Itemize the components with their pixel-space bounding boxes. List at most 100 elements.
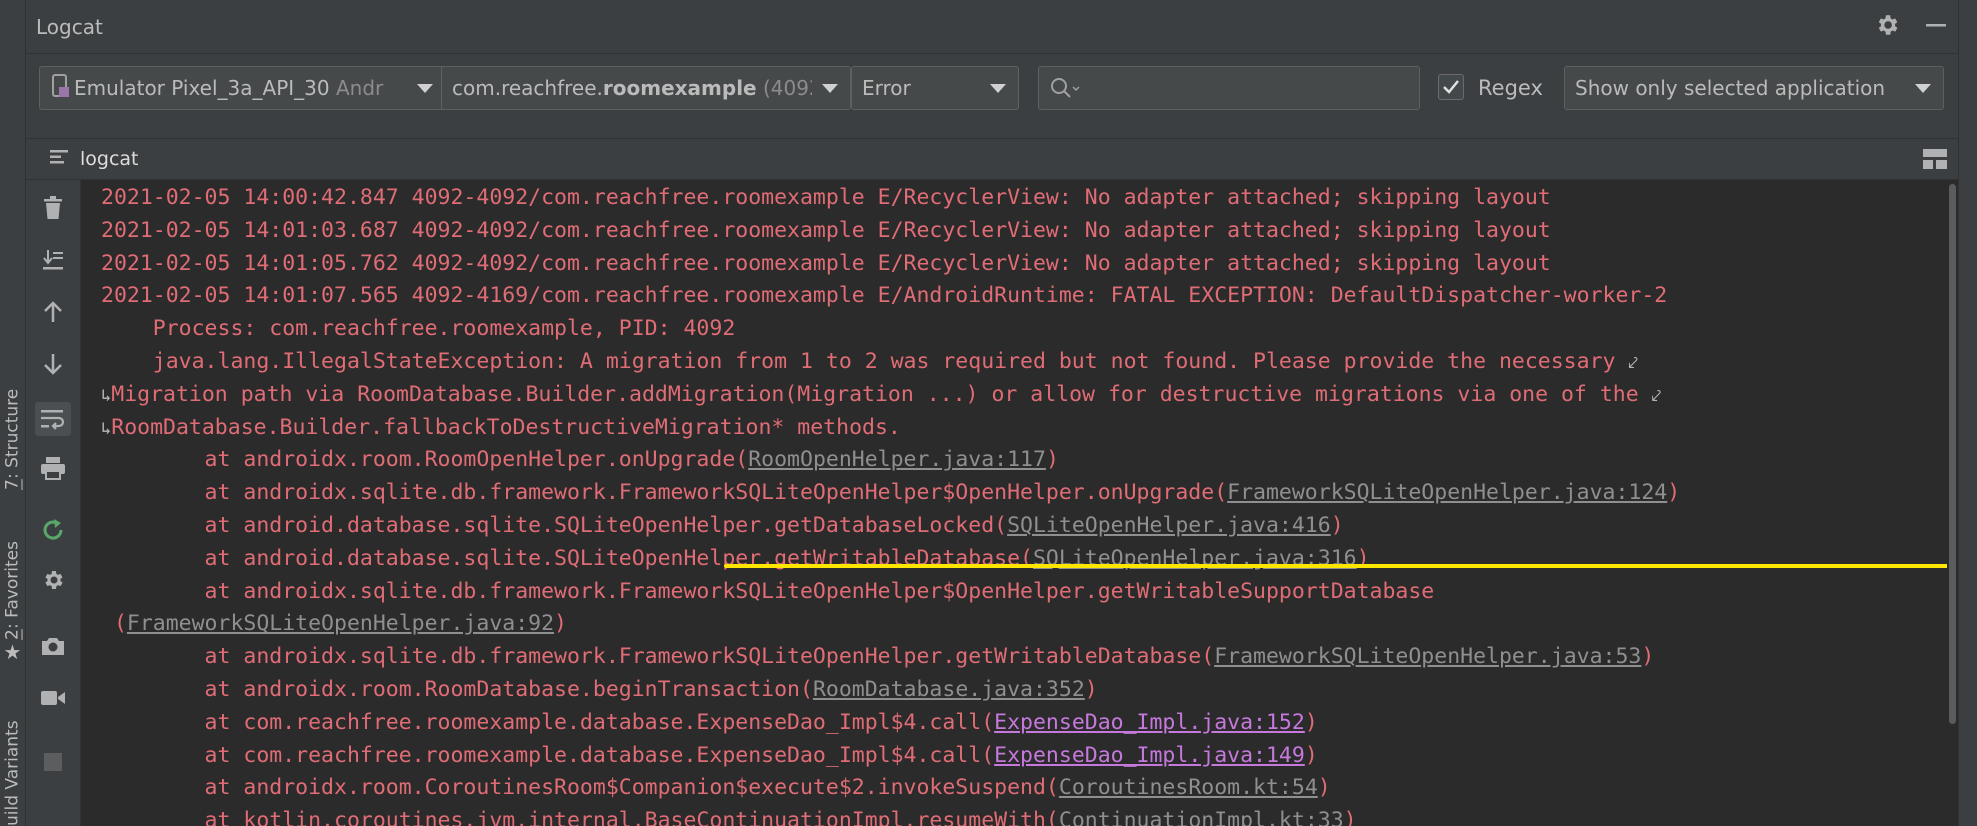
stack-frame-text: at com.reachfree.roomexample.database.Ex… bbox=[101, 709, 995, 735]
process-selector[interactable]: com.reachfree.roomexample (4092 bbox=[441, 66, 851, 110]
search-input[interactable] bbox=[1087, 73, 1411, 105]
log-line: 2021-02-05 14:01:03.687 4092-4092/com.re… bbox=[101, 215, 1680, 248]
regex-checkbox[interactable] bbox=[1438, 74, 1464, 100]
process-pid: (4092 bbox=[762, 76, 812, 100]
log-line: at android.database.sqlite.SQLiteOpenHel… bbox=[101, 510, 1680, 543]
log-text: 2021-02-05 14:01:07.565 4092-4169/com.re… bbox=[101, 283, 1668, 309]
log-level-value: Error bbox=[862, 76, 911, 100]
log-text: java.lang.IllegalStateException: A migra… bbox=[101, 348, 1629, 374]
log-line: at androidx.room.RoomOpenHelper.onUpgrad… bbox=[101, 444, 1680, 477]
video-icon[interactable] bbox=[39, 684, 67, 712]
source-link[interactable]: RoomDatabase.java:352 bbox=[813, 677, 1085, 702]
source-link[interactable]: FrameworkSQLiteOpenHelper.java:53 bbox=[1214, 644, 1641, 669]
favorites-tab-number: 2 bbox=[2, 629, 23, 640]
gear-icon[interactable] bbox=[1874, 12, 1900, 42]
log-line: ↳RoomDatabase.Builder.fallbackToDestruct… bbox=[101, 412, 1680, 445]
window-title: Logcat bbox=[36, 14, 103, 39]
stack-frame-text: at android.database.sqlite.SQLiteOpenHel… bbox=[101, 512, 1008, 538]
log-line: 2021-02-05 14:01:07.565 4092-4169/com.re… bbox=[101, 280, 1680, 313]
log-line: at androidx.sqlite.db.framework.Framewor… bbox=[101, 477, 1681, 510]
wrap-continue-icon: ↳ bbox=[101, 385, 112, 406]
soft-wrap-icon[interactable] bbox=[35, 402, 71, 436]
log-scrollbar[interactable] bbox=[1947, 180, 1958, 826]
log-level-selector[interactable]: Error bbox=[851, 66, 1019, 110]
source-link[interactable]: RoomOpenHelper.java:117 bbox=[748, 447, 1046, 472]
structure-tab-number: 7 bbox=[2, 479, 23, 490]
scroll-to-end-icon[interactable] bbox=[39, 246, 67, 274]
stack-frame-close: ) bbox=[554, 611, 567, 637]
source-link[interactable]: ExpenseDao_Impl.java:152 bbox=[994, 710, 1305, 735]
source-link[interactable]: ContinuationImpl.kt:33 bbox=[1059, 808, 1344, 826]
settings-icon[interactable] bbox=[39, 566, 67, 594]
stack-frame-text: at com.reachfree.roomexample.database.Ex… bbox=[101, 742, 995, 768]
up-arrow-icon[interactable] bbox=[39, 298, 67, 326]
log-text: Migration path via RoomDatabase.Builder.… bbox=[111, 381, 1652, 407]
stack-frame-text: at kotlin.coroutines.jvm.internal.BaseCo… bbox=[101, 808, 1059, 826]
chevron-down-icon bbox=[990, 83, 1006, 93]
device-name-suffix: Andr bbox=[329, 76, 384, 100]
logcat-side-toolbar bbox=[26, 180, 81, 826]
log-text: 2021-02-05 14:01:03.687 4092-4092/com.re… bbox=[101, 217, 1551, 243]
build-variants-tab-label: uild Variants bbox=[2, 720, 23, 826]
log-line: (FrameworkSQLiteOpenHelper.java:92) bbox=[101, 608, 1680, 641]
logcat-tab-label: logcat bbox=[80, 148, 139, 170]
favorites-tab-label: : Favorites bbox=[2, 541, 23, 630]
log-output[interactable]: 2021-02-05 14:00:42.847 4092-4092/com.re… bbox=[81, 180, 1947, 826]
trash-icon[interactable] bbox=[39, 194, 67, 222]
log-line: at androidx.sqlite.db.framework.Framewor… bbox=[101, 576, 1680, 609]
logcat-toolbar: Emulator Pixel_3a_API_30 Andr com.reachf… bbox=[26, 54, 1958, 139]
stack-frame-text: at androidx.room.RoomDatabase.beginTrans… bbox=[101, 676, 813, 702]
camera-icon[interactable] bbox=[39, 632, 67, 660]
regex-label: Regex bbox=[1478, 76, 1543, 100]
log-text: RoomDatabase.Builder.fallbackToDestructi… bbox=[111, 414, 901, 440]
log-line: 2021-02-05 14:01:05.762 4092-4092/com.re… bbox=[101, 248, 1680, 281]
structure-tab[interactable]: 7: Structure bbox=[0, 355, 25, 490]
source-link[interactable]: SQLiteOpenHelper.java:416 bbox=[1007, 513, 1331, 538]
layout-icon[interactable] bbox=[1922, 148, 1948, 174]
stop-icon[interactable] bbox=[39, 748, 67, 776]
wrap-icon: ⤦ bbox=[1628, 352, 1638, 373]
stack-frame-close: ) bbox=[1343, 808, 1357, 826]
log-line: at androidx.room.RoomDatabase.beginTrans… bbox=[101, 674, 1680, 707]
stack-frame-close: ) bbox=[1641, 644, 1655, 670]
log-text: Process: com.reachfree.roomexample, PID:… bbox=[101, 316, 736, 342]
stack-frame-text: at androidx.room.RoomOpenHelper.onUpgrad… bbox=[101, 447, 749, 473]
logcat-tab[interactable]: logcat bbox=[50, 139, 139, 179]
source-link[interactable]: FrameworkSQLiteOpenHelper.java:92 bbox=[127, 611, 554, 636]
stack-frame-close: ) bbox=[1304, 709, 1318, 735]
process-prefix: com.reachfree. bbox=[452, 76, 603, 100]
search-field[interactable] bbox=[1038, 66, 1420, 110]
source-link[interactable]: ExpenseDao_Impl.java:149 bbox=[994, 743, 1305, 768]
process-app-name: roomexample bbox=[602, 76, 757, 100]
highlight-underline bbox=[724, 564, 1947, 568]
source-link[interactable]: CoroutinesRoom.kt:54 bbox=[1059, 775, 1318, 800]
print-icon[interactable] bbox=[39, 454, 67, 482]
stack-frame-close: ) bbox=[1045, 447, 1059, 473]
log-text: 2021-02-05 14:01:05.762 4092-4092/com.re… bbox=[101, 250, 1551, 276]
stack-frame-close: ) bbox=[1330, 512, 1344, 538]
restart-icon[interactable] bbox=[39, 516, 67, 544]
stack-frame-text: at androidx.sqlite.db.framework.Framewor… bbox=[101, 644, 1215, 670]
logcat-subheader: logcat bbox=[26, 139, 1958, 180]
filter-selector[interactable]: Show only selected application bbox=[1564, 66, 1944, 110]
chevron-down-icon bbox=[1915, 83, 1931, 93]
stack-frame-close: ) bbox=[1667, 480, 1681, 506]
log-line: at androidx.sqlite.db.framework.Framewor… bbox=[101, 641, 1680, 674]
scrollbar-thumb[interactable] bbox=[1949, 184, 1956, 724]
device-selector[interactable]: Emulator Pixel_3a_API_30 Andr bbox=[39, 66, 446, 110]
favorites-tab[interactable]: 2: Favorites bbox=[0, 530, 25, 640]
log-line: at androidx.room.CoroutinesRoom$Companio… bbox=[101, 772, 1680, 805]
device-icon bbox=[50, 73, 70, 104]
log-lines: 2021-02-05 14:00:42.847 4092-4092/com.re… bbox=[101, 182, 1680, 826]
source-link[interactable]: FrameworkSQLiteOpenHelper.java:124 bbox=[1227, 480, 1667, 505]
minimize-icon[interactable] bbox=[1924, 13, 1948, 41]
down-arrow-icon[interactable] bbox=[39, 350, 67, 378]
search-icon bbox=[1049, 76, 1081, 106]
log-line: 2021-02-05 14:00:42.847 4092-4092/com.re… bbox=[101, 182, 1680, 215]
log-text: 2021-02-05 14:00:42.847 4092-4092/com.re… bbox=[101, 185, 1551, 210]
stack-frame-close: ) bbox=[1304, 742, 1318, 768]
chevron-down-icon bbox=[417, 83, 433, 93]
build-variants-tab[interactable]: uild Variants bbox=[0, 700, 25, 826]
filter-value: Show only selected application bbox=[1575, 76, 1886, 100]
logcat-lines-icon bbox=[50, 148, 70, 170]
